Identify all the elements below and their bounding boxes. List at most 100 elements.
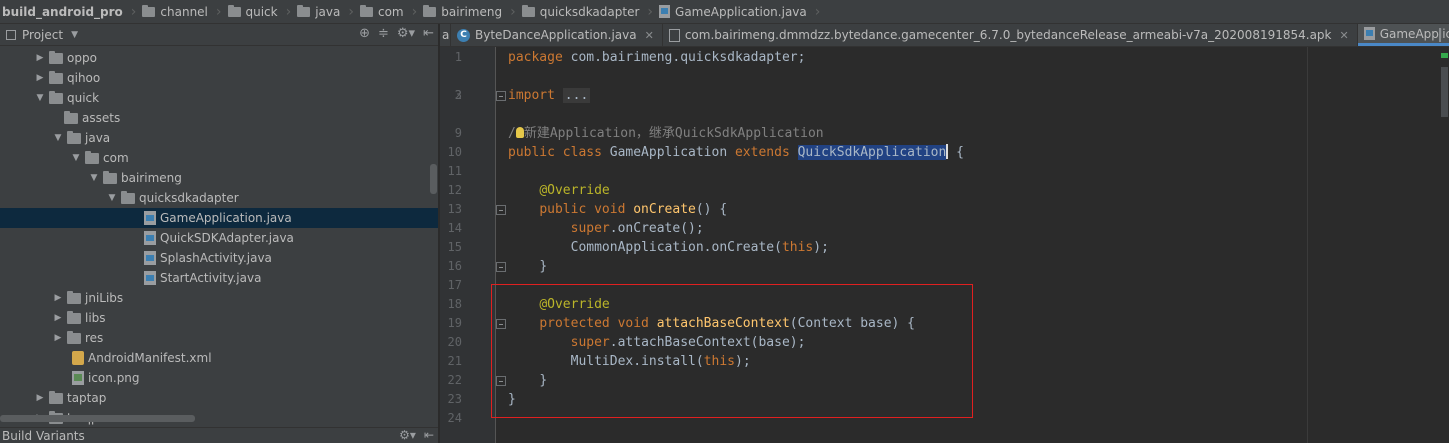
code-text: );: [813, 240, 829, 255]
tree-item-com[interactable]: ▼ com: [0, 148, 438, 168]
expand-arrow-icon[interactable]: ▶: [52, 293, 64, 303]
tree-item-assets[interactable]: assets: [0, 108, 438, 128]
build-variants-toolbar: ⚙▾ ⇤: [399, 428, 434, 442]
tree-item-label: StartActivity.java: [160, 271, 262, 285]
line-number: 1: [454, 50, 462, 64]
collapse-arrow-icon[interactable]: ▼: [34, 93, 46, 103]
line-number: 20: [447, 335, 462, 349]
line-number: 18: [447, 297, 462, 311]
breadcrumb-separator: ›: [215, 3, 222, 20]
breadcrumb-separator: ›: [348, 3, 354, 20]
breadcrumb-item-project[interactable]: build_android_pro: [0, 0, 129, 23]
tree-item-bairimeng[interactable]: ▼ bairimeng: [0, 168, 438, 188]
code-text: .onCreate();: [609, 221, 704, 236]
project-view-selector[interactable]: Project: [22, 28, 63, 42]
locate-icon[interactable]: ⊕: [359, 26, 370, 41]
tree-item-quicksdkadapter-java[interactable]: QuickSDKAdapter.java: [0, 228, 438, 248]
tree-item-quick[interactable]: ▼ quick: [0, 88, 438, 108]
tabs-overflow-icon[interactable]: [1439, 28, 1447, 42]
code-line-16: }: [508, 257, 547, 276]
tree-item-label: assets: [82, 111, 121, 125]
close-icon[interactable]: ✕: [645, 29, 654, 42]
tree-item-label: quick: [67, 91, 100, 105]
expand-arrow-icon[interactable]: ▶: [34, 73, 46, 83]
tree-item-oppo[interactable]: ▶ oppo: [0, 48, 438, 68]
breadcrumb-item-bairimeng[interactable]: bairimeng: [419, 0, 508, 23]
breadcrumb-item-file[interactable]: GameApplication.java: [655, 0, 813, 23]
breadcrumb: build_android_pro › channel › quick › ja…: [0, 0, 1449, 24]
code-text: () {: [695, 202, 728, 217]
tree-item-gameapplication[interactable]: GameApplication.java: [0, 208, 438, 228]
tree-item-icon-png[interactable]: icon.png: [0, 368, 438, 388]
tab-apk[interactable]: com.bairimeng.dmmdzz.bytedance.gamecente…: [663, 24, 1358, 46]
tree-item-splashactivity[interactable]: SplashActivity.java: [0, 248, 438, 268]
tree-item-taptap[interactable]: ▶ taptap: [0, 388, 438, 408]
fold-marker-icon[interactable]: [496, 205, 506, 215]
lightbulb-icon[interactable]: [515, 127, 524, 138]
close-icon[interactable]: ✕: [1340, 29, 1349, 42]
keyword: public void: [539, 202, 626, 217]
chevron-down-icon[interactable]: ▼: [71, 30, 78, 40]
breadcrumb-item-java[interactable]: java: [293, 0, 346, 23]
folded-imports[interactable]: ...: [562, 88, 591, 103]
collapse-arrow-icon[interactable]: ▼: [52, 133, 64, 143]
line-number: 9: [454, 126, 462, 140]
horizontal-scrollbar[interactable]: [0, 415, 195, 422]
tree-item-jnilibs[interactable]: ▶ jniLibs: [0, 288, 438, 308]
breadcrumb-item-com[interactable]: com: [356, 0, 410, 23]
tab-gameapplication[interactable]: GameApplication.java ✕: [1357, 24, 1449, 46]
breadcrumb-separator: ›: [130, 3, 137, 20]
breadcrumb-item-quick[interactable]: quick: [224, 0, 284, 23]
collapse-arrow-icon[interactable]: ▼: [88, 173, 100, 183]
fold-marker-icon[interactable]: [496, 262, 506, 272]
code-text: {: [948, 145, 964, 160]
tab-label: com.bairimeng.dmmdzz.bytedance.gamecente…: [684, 28, 1332, 42]
expand-arrow-icon[interactable]: ▶: [34, 53, 46, 63]
collapse-all-icon[interactable]: ≑: [378, 26, 389, 41]
folder-icon: [67, 290, 81, 304]
scroll-thumb[interactable]: [1441, 67, 1448, 117]
editor-tab-bar: a C ByteDanceApplication.java ✕ com.bair…: [440, 24, 1449, 47]
breadcrumb-item-quicksdkadapter[interactable]: quicksdkadapter: [518, 0, 646, 23]
tree-item-res[interactable]: ▶ res: [0, 328, 438, 348]
line-number: 19: [447, 316, 462, 330]
build-variants-title[interactable]: Build Variants: [0, 429, 85, 443]
folder-icon: [227, 4, 241, 17]
tab-clipped[interactable]: a: [440, 24, 451, 46]
tree-item-androidmanifest[interactable]: AndroidManifest.xml: [0, 348, 438, 368]
folder-icon: [67, 330, 81, 344]
tree-item-qihoo[interactable]: ▶ qihoo: [0, 68, 438, 88]
error-stripe[interactable]: [1440, 47, 1449, 443]
breadcrumb-item-channel[interactable]: channel: [138, 0, 213, 23]
tree-item-label: AndroidManifest.xml: [88, 351, 212, 365]
expand-arrow-icon[interactable]: ▶: [34, 393, 46, 403]
tree-item-java[interactable]: ▼ java: [0, 128, 438, 148]
code-text: com.bairimeng.quicksdkadapter;: [562, 50, 806, 65]
gear-icon[interactable]: ⚙▾: [399, 428, 416, 442]
java-class-icon: [144, 271, 156, 285]
fold-marker-icon[interactable]: [496, 91, 506, 101]
tree-item-quicksdkadapter[interactable]: ▼ quicksdkadapter: [0, 188, 438, 208]
vertical-scrollbar[interactable]: [430, 164, 437, 194]
comment: /: [508, 126, 516, 141]
line-number: 10: [447, 145, 462, 159]
folder-icon: [121, 190, 135, 204]
tree-item-label: oppo: [67, 51, 97, 65]
expand-arrow-icon[interactable]: ▶: [52, 313, 64, 323]
gear-icon[interactable]: ⚙▾: [397, 26, 415, 41]
collapse-arrow-icon[interactable]: ▼: [70, 153, 82, 163]
tree-item-label: qihoo: [67, 71, 101, 85]
hide-icon[interactable]: ⇤: [423, 26, 434, 41]
collapse-arrow-icon[interactable]: ▼: [106, 193, 118, 203]
tree-item-startactivity[interactable]: StartActivity.java: [0, 268, 438, 288]
class-name: GameApplication: [601, 145, 735, 160]
hide-icon[interactable]: ⇤: [424, 428, 434, 442]
code-line-1: package com.bairimeng.quicksdkadapter;: [508, 48, 805, 67]
tab-bytedanceapplication[interactable]: C ByteDanceApplication.java ✕: [451, 24, 663, 46]
image-file-icon: [72, 371, 84, 385]
code-line-12: @Override: [508, 181, 609, 200]
status-ok-marker: [1441, 53, 1448, 58]
expand-arrow-icon[interactable]: ▶: [52, 333, 64, 343]
tree-item-libs[interactable]: ▶ libs: [0, 308, 438, 328]
